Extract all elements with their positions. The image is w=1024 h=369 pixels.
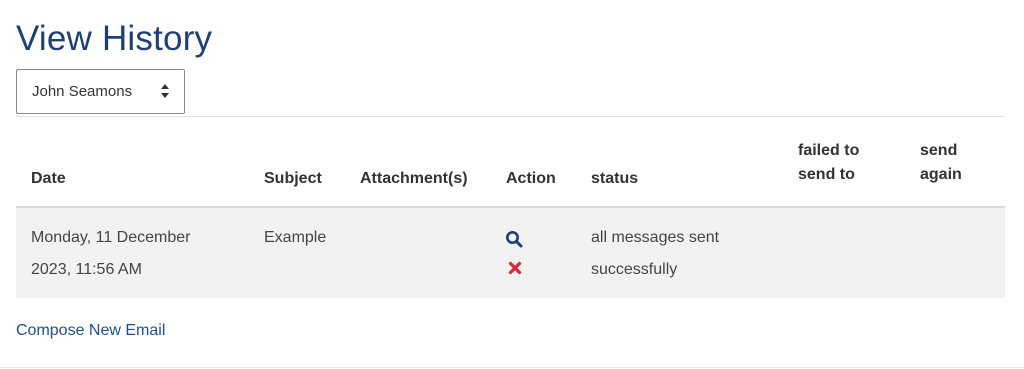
user-select[interactable]: John Seamons — [16, 69, 185, 114]
header-send-again: send again — [920, 135, 962, 191]
user-select-value: John Seamons — [32, 83, 133, 100]
delete-icon[interactable] — [508, 261, 522, 275]
divider — [0, 367, 1024, 368]
page-title: View History — [16, 19, 213, 58]
header-attachments: Attachment(s) — [360, 170, 468, 187]
cell-subject: Example — [264, 229, 327, 246]
compose-new-email-link[interactable]: Compose New Email — [16, 319, 165, 343]
header-failed-to-send-to: failed to send to — [798, 135, 859, 191]
table-row: Monday, 11 December 2023, 11:56 AM Examp… — [16, 208, 1005, 298]
sort-updown-icon — [161, 84, 169, 98]
header-status: status — [591, 170, 639, 187]
header-date: Date — [31, 170, 66, 187]
search-icon[interactable] — [505, 230, 523, 248]
header-send-again-line2: again — [920, 166, 962, 183]
header-failed-to-send-to-line2: send to — [798, 166, 855, 183]
header-action: Action — [506, 170, 556, 187]
header-subject: Subject — [264, 170, 322, 187]
divider — [16, 116, 1005, 117]
cell-status: all messages sent successfully — [591, 229, 720, 278]
cell-date: Monday, 11 December 2023, 11:56 AM — [31, 229, 191, 278]
